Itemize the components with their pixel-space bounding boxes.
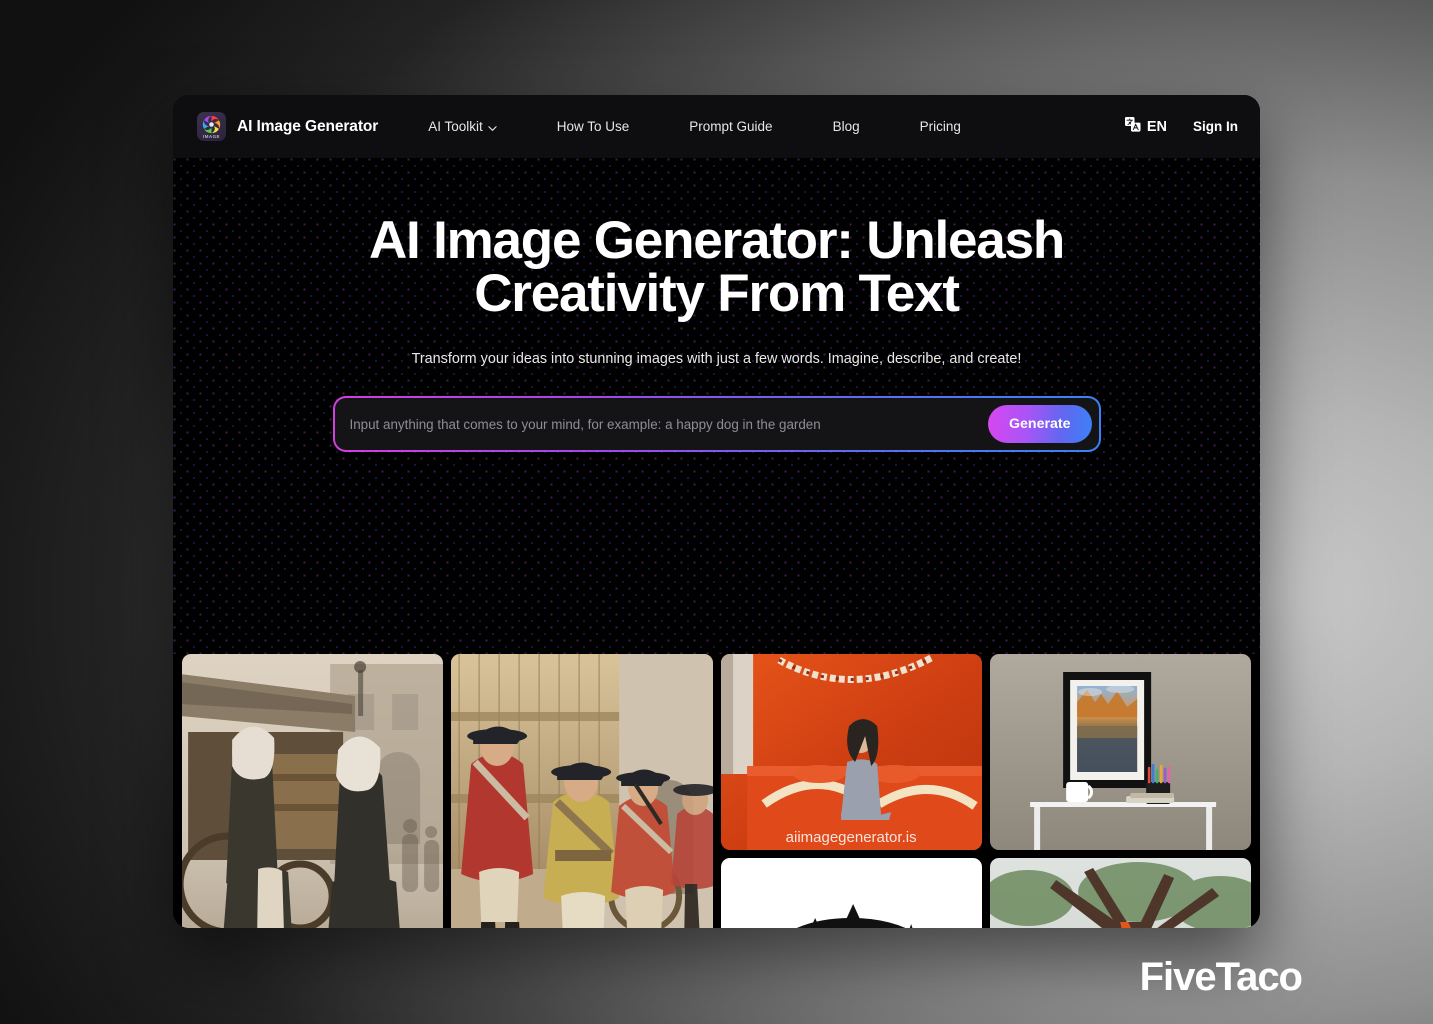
main-nav: AI Toolkit How To Use Prompt Guide Blog … xyxy=(428,111,961,142)
hero-subtitle: Transform your ideas into stunning image… xyxy=(411,351,1022,367)
svg-text:aiimagegenerator.is: aiimagegenerator.is xyxy=(785,829,916,846)
tile-market-women[interactable] xyxy=(182,654,444,928)
header-actions: EN Sign In xyxy=(1124,117,1238,136)
nav-item-how-to-use[interactable]: How To Use xyxy=(557,111,630,142)
nav-item-label: Blog xyxy=(832,119,860,134)
tile-orange-room[interactable]: aiimagegenerator.is xyxy=(720,654,982,850)
gallery-column: aiimagegenerator.is xyxy=(720,654,982,928)
prompt-input[interactable] xyxy=(349,416,988,432)
hero-section: AI Image Generator: Unleash Creativity F… xyxy=(173,158,1260,654)
tile-redcoat-soldiers[interactable] xyxy=(451,654,713,928)
fivetaco-watermark: FiveTaco xyxy=(1139,955,1303,999)
nav-item-label: Prompt Guide xyxy=(689,119,773,134)
site-header: IMAGE AI Image Generator AI Toolkit How … xyxy=(173,95,1260,158)
tile-framed-art[interactable] xyxy=(989,654,1251,850)
chevron-down-icon xyxy=(488,121,497,132)
nav-item-label: Pricing xyxy=(919,119,961,134)
tile-three-cities[interactable]: PERTH MELBOURNE SYDNEY THREE CITIE xyxy=(720,858,982,928)
language-code: EN xyxy=(1146,118,1167,135)
image-gallery: aiimagegenerator.is xyxy=(173,654,1260,928)
brand-logo[interactable]: IMAGE AI Image Generator xyxy=(197,112,378,141)
brand-name: AI Image Generator xyxy=(237,117,379,135)
generate-button[interactable]: Generate xyxy=(987,405,1092,443)
page-title: AI Image Generator: Unleash Creativity F… xyxy=(368,211,1065,323)
sign-in-button[interactable]: Sign In xyxy=(1193,119,1238,134)
nav-item-pricing[interactable]: Pricing xyxy=(920,111,961,142)
nav-item-label: AI Toolkit xyxy=(428,119,483,134)
logo-sub-label: IMAGE xyxy=(202,134,221,139)
nav-item-ai-toolkit[interactable]: AI Toolkit xyxy=(428,111,497,142)
rainbow-aperture-icon: IMAGE xyxy=(197,112,226,141)
gallery-column xyxy=(451,654,713,928)
gallery-column xyxy=(989,654,1251,928)
translate-icon xyxy=(1124,117,1141,136)
app-window: IMAGE AI Image Generator AI Toolkit How … xyxy=(173,95,1260,928)
gallery-column xyxy=(182,654,444,928)
prompt-search-bar: Generate xyxy=(332,396,1101,452)
nav-item-label: How To Use xyxy=(556,119,630,134)
tile-banyan-tree[interactable] xyxy=(989,858,1251,928)
language-switcher[interactable]: EN xyxy=(1124,117,1167,136)
nav-item-prompt-guide[interactable]: Prompt Guide xyxy=(689,111,772,142)
nav-item-blog[interactable]: Blog xyxy=(833,111,860,142)
